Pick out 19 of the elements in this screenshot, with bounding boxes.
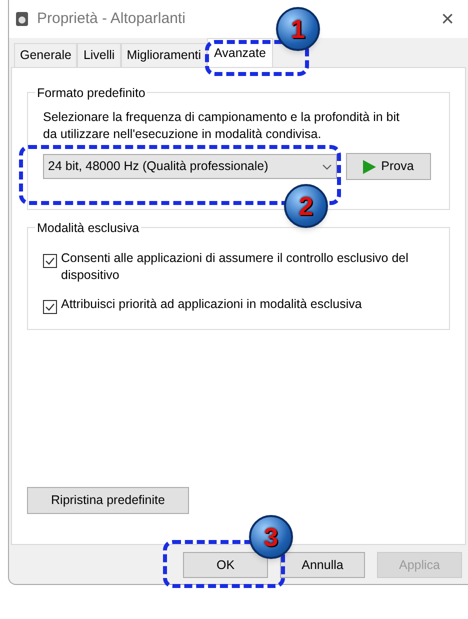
checkbox[interactable] [43, 254, 57, 268]
checkbox[interactable] [43, 300, 57, 314]
chevron-icon [322, 164, 332, 170]
format-dropdown[interactable]: 24 bit, 48000 Hz (Qualità professionale) [43, 154, 337, 179]
dialog-button[interactable]: OK [183, 552, 268, 578]
restore-defaults-button[interactable]: Ripristina predefinite [27, 487, 189, 514]
close-button[interactable]: × [441, 8, 454, 30]
tab[interactable]: Generale [14, 43, 78, 67]
tab[interactable]: Livelli [77, 43, 121, 67]
dialog-button[interactable]: Annulla [280, 552, 365, 578]
speaker-icon [15, 11, 29, 27]
checkbox-label: Attribuisci priorità ad applicazioni in modalità esclusiva [61, 296, 362, 313]
description-text: Selezionare la frequenza di campionamento e la profondità in bit da utilizzare nell'esecuzione in modalità condivisa. [43, 109, 400, 143]
play-icon [363, 160, 376, 174]
test-button[interactable]: Prova [346, 153, 431, 180]
checkbox-label: Consenti alle applicazioni di assumere il controllo esclusivo del dispositivo [61, 250, 410, 284]
tab[interactable]: Avanzate [207, 38, 273, 67]
window-title: Proprietà - Altoparlanti [37, 8, 186, 29]
tab[interactable]: Miglioramenti [120, 43, 208, 67]
